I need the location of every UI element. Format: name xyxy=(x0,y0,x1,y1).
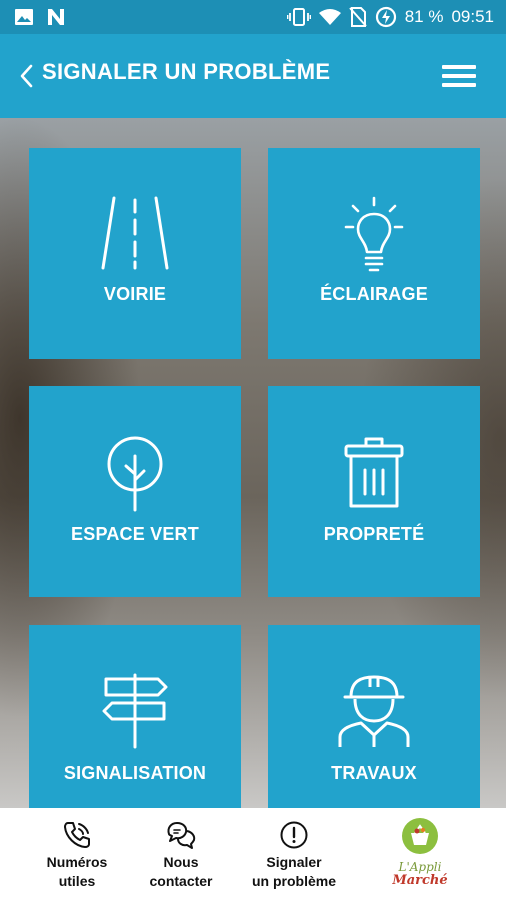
tile-espace-vert[interactable]: ESPACE VERT xyxy=(29,386,241,597)
page-title: SIGNALER UN PROBLÈME xyxy=(42,59,331,84)
nav-label: Signaler un problème xyxy=(251,854,336,889)
status-bar: 81 % 09:51 xyxy=(0,0,506,34)
n-icon xyxy=(46,7,66,27)
tile-label: ESPACE VERT xyxy=(71,524,199,544)
no-sim-icon xyxy=(348,7,367,27)
image-icon xyxy=(14,7,34,27)
lightbulb-icon xyxy=(344,196,404,272)
wifi-icon xyxy=(318,8,341,26)
tile-travaux[interactable]: TRAVAUX xyxy=(268,625,480,836)
vibrate-icon xyxy=(286,7,311,27)
tile-label: ÉCLAIRAGE xyxy=(320,284,428,304)
tile-voirie[interactable]: VOIRIE xyxy=(29,148,241,359)
app-bar: SIGNALER UN PROBLÈME xyxy=(0,34,506,118)
alert-icon xyxy=(280,821,308,849)
tile-proprete[interactable]: PROPRETÉ xyxy=(268,386,480,597)
tile-signalisation[interactable]: SIGNALISATION xyxy=(29,625,241,836)
tree-icon xyxy=(107,436,163,512)
clock: 09:51 xyxy=(451,7,494,26)
worker-icon xyxy=(338,675,410,747)
logo-wordmark: L'Appli Marché xyxy=(392,860,448,888)
road-icon xyxy=(101,196,169,270)
battery-saver-icon xyxy=(375,6,397,28)
phone-icon xyxy=(64,822,90,848)
bottom-navigation: Numéros utiles Nous contacter Signaler u… xyxy=(0,808,506,900)
nav-appli-marche[interactable]: L'Appli Marché xyxy=(357,808,483,900)
hamburger-menu-icon[interactable] xyxy=(442,64,476,88)
tile-label: VOIRIE xyxy=(103,284,167,304)
tile-label: PROPRETÉ xyxy=(323,524,425,544)
nav-label: Nous contacter xyxy=(149,854,213,889)
signpost-icon xyxy=(102,673,168,749)
chat-icon xyxy=(167,822,196,849)
tile-eclairage[interactable]: ÉCLAIRAGE xyxy=(268,148,480,359)
nav-nous-contacter[interactable]: Nous contacter xyxy=(118,808,244,900)
tile-label: TRAVAUX xyxy=(331,763,417,783)
basket-logo-icon xyxy=(402,818,438,854)
nav-signaler-probleme[interactable]: Signaler un problème xyxy=(231,808,357,900)
tile-label: SIGNALISATION xyxy=(63,763,207,783)
battery-level: 81 % xyxy=(404,7,444,26)
trash-icon xyxy=(344,437,404,508)
chevron-left-icon[interactable] xyxy=(16,61,38,91)
